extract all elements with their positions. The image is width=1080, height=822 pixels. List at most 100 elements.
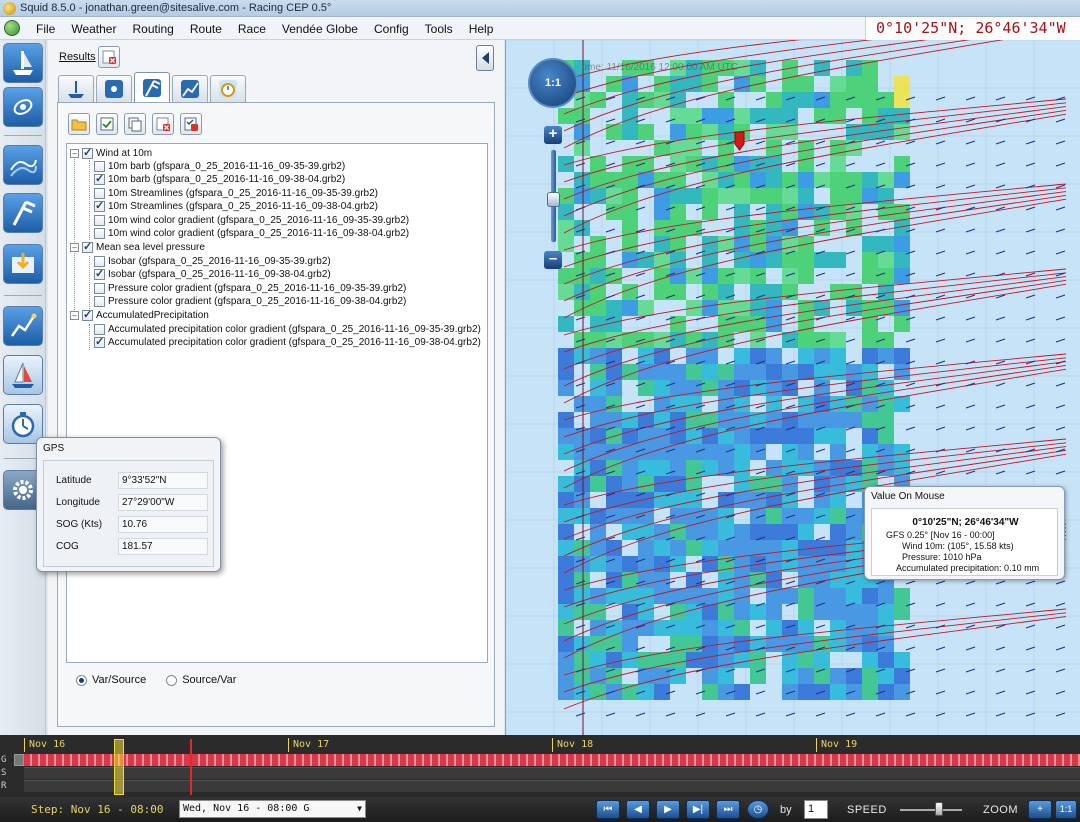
results-clear-button[interactable] xyxy=(98,46,120,68)
menu-config[interactable]: Config xyxy=(366,21,417,37)
first-step-button[interactable]: ⏮ xyxy=(596,800,620,819)
map-canvas[interactable] xyxy=(506,40,1080,735)
zoom-reset-button[interactable]: 1:1 xyxy=(1055,800,1077,819)
wind-barb-tool-button[interactable] xyxy=(3,193,43,233)
tree-item[interactable]: 10m Streamlines (gfspara_0_25_2016-11-16… xyxy=(94,187,378,200)
layer-checkbox[interactable] xyxy=(94,228,105,239)
layer-checkbox[interactable] xyxy=(94,296,105,307)
compass-control[interactable]: 1:1 xyxy=(528,58,578,108)
tree-item[interactable]: Accumulated precipitation color gradient… xyxy=(94,323,481,336)
copy-button[interactable] xyxy=(124,113,146,135)
layer-checkbox[interactable] xyxy=(94,172,105,185)
date-select[interactable]: Wed, Nov 16 - 08:00 G ▼ xyxy=(179,800,366,818)
menu-race[interactable]: Race xyxy=(230,21,274,37)
routing-tool-button[interactable] xyxy=(3,306,43,346)
zoom-in-button[interactable]: + xyxy=(1028,800,1052,819)
layer-checkbox[interactable] xyxy=(94,199,105,212)
speed-slider-thumb[interactable] xyxy=(935,802,943,816)
boat-tool-button[interactable] xyxy=(3,43,43,83)
grib-download-tool-button[interactable] xyxy=(3,244,43,284)
gps-window[interactable]: GPS Latitude 9°33'52"N Longitude 27°29'0… xyxy=(36,437,221,572)
tree-item[interactable]: 10m barb (gfspara_0_25_2016-11-16_09-35-… xyxy=(94,160,345,173)
tree-group-wind[interactable]: – Wind at 10m xyxy=(70,146,152,160)
layer-checkbox[interactable] xyxy=(94,215,105,226)
menu-vendee-globe[interactable]: Vendée Globe xyxy=(274,21,366,37)
timeline-r-row[interactable] xyxy=(24,780,1080,792)
timeline-s-row[interactable] xyxy=(24,767,1080,779)
weather-map-tool-button[interactable] xyxy=(3,145,43,185)
layer-checkbox[interactable] xyxy=(94,283,105,294)
layer-checkbox[interactable] xyxy=(94,267,105,280)
grib-row-handle[interactable] xyxy=(14,754,24,766)
precipitation-cell xyxy=(862,76,878,92)
uncheck-all-button[interactable] xyxy=(180,113,202,135)
precipitation-cell xyxy=(830,140,846,156)
tree-item[interactable]: Accumulated precipitation color gradient… xyxy=(94,335,481,349)
globe-icon[interactable] xyxy=(4,20,20,36)
zoom-in-button[interactable]: + xyxy=(544,126,562,144)
group-checkbox[interactable] xyxy=(82,146,93,159)
layer-checkbox[interactable] xyxy=(94,161,105,172)
menu-help[interactable]: Help xyxy=(461,21,502,37)
tree-item[interactable]: Pressure color gradient (gfspara_0_25_20… xyxy=(94,295,406,308)
menu-weather[interactable]: Weather xyxy=(63,21,124,37)
layer-checkbox[interactable] xyxy=(94,335,105,348)
results-link[interactable]: Results xyxy=(59,51,96,63)
clock-button[interactable]: ◷ xyxy=(747,800,769,819)
tree-item[interactable]: 10m Streamlines (gfspara_0_25_2016-11-16… xyxy=(94,199,378,213)
tree-group-precipitation[interactable]: – AccumulatedPrecipitation xyxy=(70,308,209,322)
menu-routing[interactable]: Routing xyxy=(124,21,181,37)
tree-item[interactable]: Isobar (gfspara_0_25_2016-11-16_09-35-39… xyxy=(94,255,331,268)
satellite-tool-button[interactable] xyxy=(3,87,43,127)
precipitation-cell xyxy=(606,652,622,668)
radio-dot[interactable] xyxy=(76,674,87,686)
zoom-out-button[interactable]: – xyxy=(544,251,562,269)
tab-routing[interactable] xyxy=(172,75,208,102)
radio-dot[interactable] xyxy=(166,674,178,686)
tab-weather-layers[interactable] xyxy=(134,72,170,102)
tree-group-pressure[interactable]: – Mean sea level pressure xyxy=(70,240,205,254)
precipitation-cell xyxy=(734,108,750,124)
value-on-mouse-window[interactable]: Value On Mouse 0°10'25"N; 26°46'34"W GFS… xyxy=(864,486,1065,580)
tab-boat[interactable] xyxy=(58,75,94,102)
tree-item[interactable]: 10m wind color gradient (gfspara_0_25_20… xyxy=(94,214,409,227)
group-checkbox[interactable] xyxy=(82,240,93,253)
next-step-button[interactable]: ▶| xyxy=(686,800,710,819)
radio-var-source[interactable]: Var/Source xyxy=(76,674,146,686)
current-step-marker[interactable] xyxy=(114,739,124,795)
speed-slider-track[interactable] xyxy=(900,809,962,811)
timeline[interactable]: Nov 16 Nov 17 Nov 18 Nov 19 G S R xyxy=(0,735,1080,797)
layer-checkbox[interactable] xyxy=(94,188,105,199)
menu-tools[interactable]: Tools xyxy=(417,21,461,37)
tree-item[interactable]: 10m barb (gfspara_0_25_2016-11-16_09-38-… xyxy=(94,172,345,186)
tab-timer[interactable] xyxy=(210,75,246,102)
menu-route[interactable]: Route xyxy=(182,21,230,37)
tree-item[interactable]: Isobar (gfspara_0_25_2016-11-16_09-38-04… xyxy=(94,267,331,281)
remove-button[interactable] xyxy=(152,113,174,135)
collapse-icon[interactable]: – xyxy=(70,243,79,252)
timeline-grib-row[interactable] xyxy=(24,754,1080,766)
weather-map[interactable]: time: 11/16/2016 12:00:00 AM UTC 1:1 + – xyxy=(505,40,1080,735)
open-folder-button[interactable] xyxy=(68,113,90,135)
play-button[interactable]: ▶ xyxy=(656,800,680,819)
tab-satellite[interactable] xyxy=(96,75,132,102)
wind-barb xyxy=(575,624,586,629)
layer-checkbox[interactable] xyxy=(94,256,105,267)
check-all-button[interactable] xyxy=(96,113,118,135)
tree-item[interactable]: Pressure color gradient (gfspara_0_25_20… xyxy=(94,282,406,295)
group-checkbox[interactable] xyxy=(82,308,93,321)
previous-step-button[interactable]: ◀ xyxy=(626,800,650,819)
zoom-slider-thumb[interactable] xyxy=(547,192,560,207)
menu-file[interactable]: File xyxy=(28,21,63,37)
precipitation-cell xyxy=(670,492,686,508)
collapse-icon[interactable]: – xyxy=(70,149,79,158)
tree-item[interactable]: 10m wind color gradient (gfspara_0_25_20… xyxy=(94,227,409,240)
collapse-panel-button[interactable] xyxy=(476,45,494,71)
collapse-icon[interactable]: – xyxy=(70,311,79,320)
step-size-input[interactable]: 1 xyxy=(804,800,828,819)
boat-marker[interactable] xyxy=(734,131,745,151)
race-tool-button[interactable] xyxy=(3,355,43,395)
last-step-button[interactable]: ⏭ xyxy=(716,800,740,819)
layer-checkbox[interactable] xyxy=(94,324,105,335)
radio-source-var[interactable]: Source/Var xyxy=(166,674,236,686)
